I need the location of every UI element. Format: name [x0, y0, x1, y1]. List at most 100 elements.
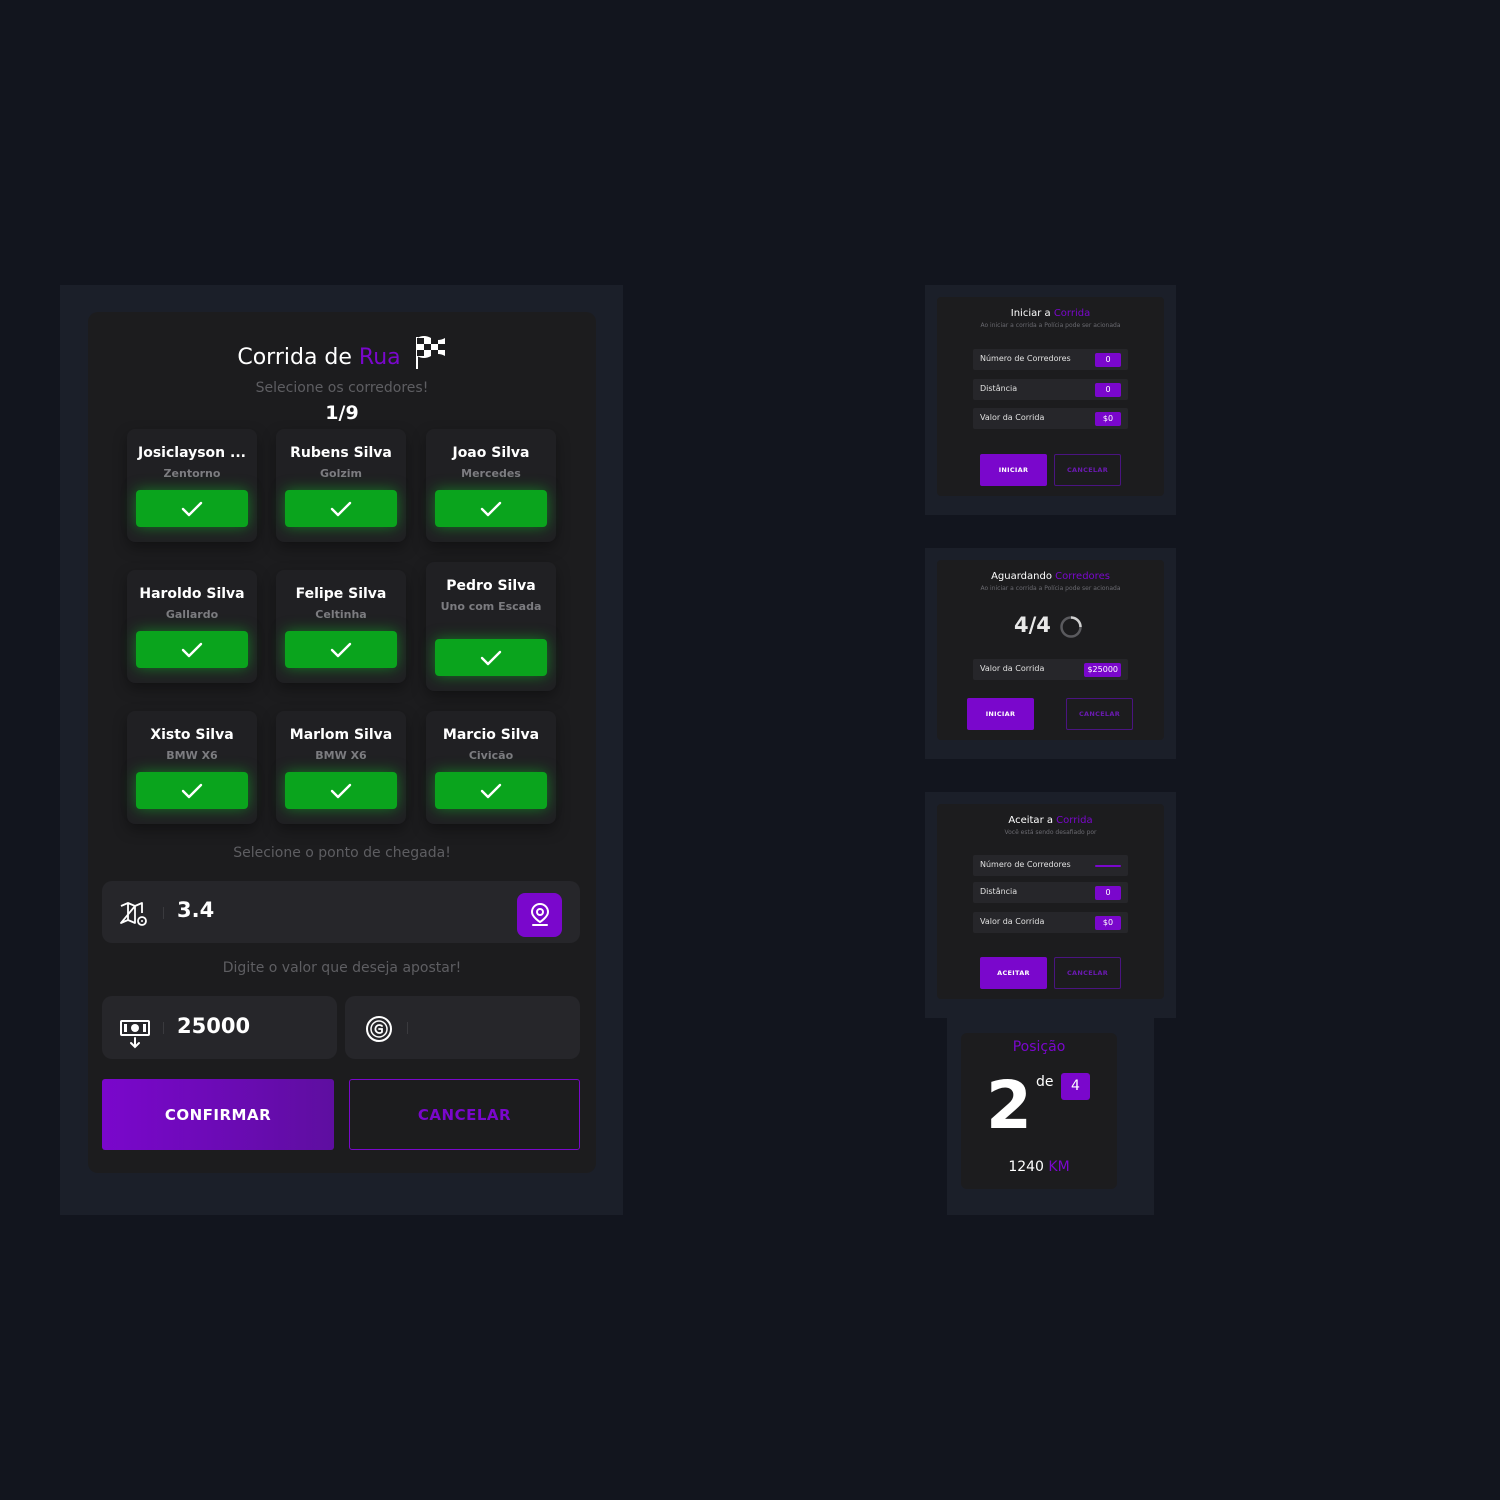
runner-select-button[interactable] [285, 490, 397, 527]
runner-select-button[interactable] [285, 631, 397, 668]
runner-car: Civicão [468, 749, 514, 762]
position-title: Posição [1012, 1039, 1066, 1055]
runner-car: Celtinha [315, 608, 367, 621]
runner-name: Joao Silva [452, 445, 530, 461]
divider [163, 1022, 164, 1034]
divider [163, 907, 164, 919]
runner-card[interactable]: Joao Silva Mercedes [426, 429, 556, 542]
money-icon [119, 1018, 151, 1054]
title-prefix: Iniciar a [1010, 308, 1054, 319]
loading-spinner-icon [1059, 615, 1083, 643]
runners-count-row: Número de Corredores 0 [973, 349, 1128, 370]
distance-row: Distância 0 [973, 882, 1128, 903]
cancel-button[interactable]: CANCELAR [1054, 454, 1121, 486]
race-value-row: Valor da Corrida $0 [973, 912, 1128, 933]
title-accent: Corrida [1053, 308, 1091, 319]
cancel-button[interactable]: CANCELAR [1054, 957, 1121, 989]
waiting-subtitle: Ao iniciar a corrida a Polícia pode ser … [980, 585, 1121, 592]
arrival-point-label: Selecione o ponto de chegada! [233, 845, 451, 861]
runner-name: Marlom Silva [289, 727, 393, 743]
runner-name: Josiclayson ... [138, 445, 246, 461]
row-value-placeholder [1095, 865, 1121, 867]
runner-select-button[interactable] [435, 490, 547, 527]
select-location-button[interactable] [517, 893, 562, 937]
cancel-button[interactable]: CANCELAR [1066, 698, 1133, 730]
runner-name: Felipe Silva [295, 586, 387, 602]
title-accent: Corrida [1056, 815, 1093, 826]
row-value: $0 [1095, 916, 1121, 930]
check-icon [480, 501, 502, 516]
accept-title: Aceitar a Corrida [937, 815, 1164, 826]
runner-car: BMW X6 [166, 749, 218, 762]
runner-card[interactable]: Rubens Silva Golzim [276, 429, 406, 542]
row-value: 0 [1095, 886, 1121, 900]
runner-name: Pedro Silva [446, 578, 536, 594]
map-icon [119, 901, 149, 933]
distance-number: 1240 [1008, 1159, 1044, 1175]
runners-count-row: Número de Corredores [973, 855, 1128, 876]
runner-card[interactable]: Felipe Silva Celtinha [276, 570, 406, 683]
runner-car: Zentorno [163, 467, 221, 480]
row-label: Valor da Corrida [980, 413, 1045, 422]
runners-ready-count: 4/4 [1014, 613, 1051, 637]
runner-select-button[interactable] [136, 490, 248, 527]
position-number: 2 [986, 1067, 1032, 1144]
title-prefix: Aceitar a [1008, 815, 1057, 826]
runner-card[interactable]: Haroldo Silva Gallardo [127, 570, 257, 683]
total-runners-badge: 4 [1061, 1073, 1090, 1100]
title-prefix: Corrida de [237, 345, 359, 370]
row-value: $25000 [1084, 663, 1121, 677]
runner-select-button[interactable] [136, 772, 248, 809]
distance-field[interactable] [102, 881, 580, 943]
divider [407, 1022, 408, 1034]
row-value: 0 [1095, 383, 1121, 397]
checkered-flag-icon [414, 334, 446, 376]
check-icon [330, 642, 352, 657]
runner-select-button[interactable] [435, 639, 547, 676]
runner-card[interactable]: Xisto Silva BMW X6 [127, 711, 257, 824]
check-icon [330, 501, 352, 516]
page-title: Corrida de Rua [0, 334, 683, 376]
race-value-row: Valor da Corrida $25000 [973, 659, 1128, 680]
title-prefix: Aguardando [991, 571, 1056, 582]
row-label: Número de Corredores [980, 354, 1071, 363]
start-race-title: Iniciar a Corrida [937, 308, 1164, 319]
distance-traveled: 1240 KM [961, 1159, 1117, 1175]
check-icon [181, 501, 203, 516]
accept-button[interactable]: ACEITAR [980, 957, 1047, 989]
of-label: de [1036, 1074, 1054, 1090]
distance-row: Distância 0 [973, 379, 1128, 400]
distance-value[interactable]: 3.4 [177, 898, 214, 922]
accept-subtitle: Você está sendo desafiado por [1004, 829, 1097, 836]
location-pin-icon [530, 902, 549, 926]
runner-name: Xisto Silva [150, 727, 234, 743]
runner-car: BMW X6 [315, 749, 367, 762]
bet-label: Digite o valor que deseja apostar! [222, 960, 462, 976]
row-value: 0 [1095, 353, 1121, 367]
runner-card[interactable]: Pedro Silva Uno com Escada [426, 562, 556, 691]
bet-value[interactable]: 25000 [177, 1014, 250, 1038]
row-label: Distância [980, 384, 1018, 393]
check-icon [181, 783, 203, 798]
runner-select-button[interactable] [285, 772, 397, 809]
row-label: Valor da Corrida [980, 664, 1045, 673]
select-runners-label: Selecione os corredores! [255, 380, 429, 396]
runner-card[interactable]: Josiclayson ... Zentorno [127, 429, 257, 542]
runner-select-button[interactable] [435, 772, 547, 809]
selected-count: 1/9 [325, 402, 359, 424]
start-button[interactable]: INICIAR [967, 698, 1034, 730]
runner-car: Mercedes [461, 467, 521, 480]
runner-card[interactable]: Marlom Silva BMW X6 [276, 711, 406, 824]
coin-icon [365, 1015, 393, 1047]
runner-name: Rubens Silva [290, 445, 392, 461]
runner-select-button[interactable] [136, 631, 248, 668]
start-button[interactable]: INICIAR [980, 454, 1047, 486]
waiting-title: Aguardando Corredores [937, 571, 1164, 582]
runner-car: Gallardo [165, 608, 219, 621]
confirm-button[interactable]: CONFIRMAR [102, 1079, 334, 1150]
row-label: Distância [980, 887, 1018, 896]
runner-name: Marcio Silva [442, 727, 540, 743]
title-accent: Rua [358, 345, 401, 370]
cancel-button[interactable]: CANCELAR [349, 1079, 580, 1150]
runner-card[interactable]: Marcio Silva Civicão [426, 711, 556, 824]
